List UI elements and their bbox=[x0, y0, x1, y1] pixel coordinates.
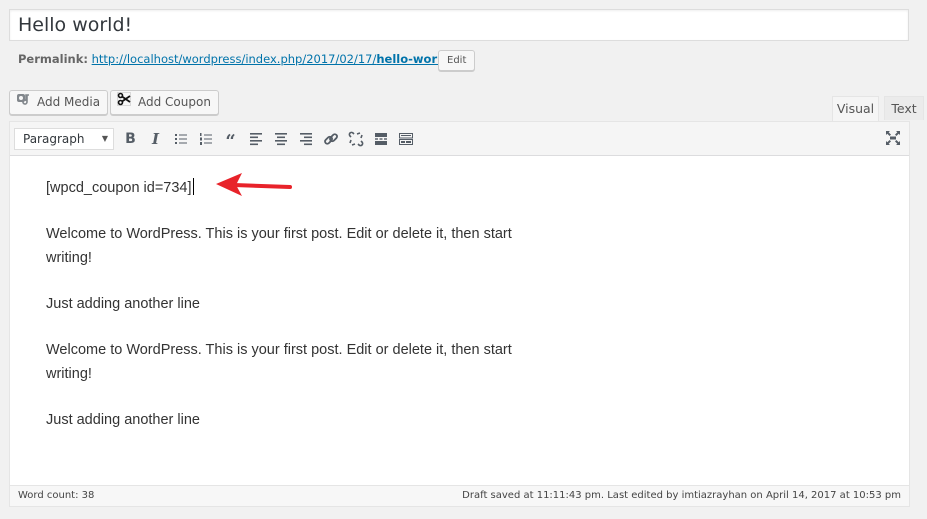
content-paragraph: [wpcd_coupon id=734] bbox=[46, 176, 546, 200]
editor-toolbar: Paragraph ▼ B I “ bbox=[10, 122, 909, 156]
align-right-button[interactable] bbox=[293, 127, 318, 151]
format-select-value: Paragraph bbox=[23, 131, 85, 146]
bulleted-list-icon bbox=[174, 133, 187, 144]
align-center-icon bbox=[274, 132, 287, 145]
permalink-label: Permalink: bbox=[18, 52, 88, 66]
blockquote-button[interactable]: “ bbox=[218, 127, 243, 151]
numbered-list-icon bbox=[199, 132, 212, 145]
insert-link-button[interactable] bbox=[318, 127, 343, 151]
permalink-link[interactable]: http://localhost/wordpress/index.php/201… bbox=[92, 52, 454, 66]
add-coupon-button[interactable]: Add Coupon bbox=[110, 90, 219, 115]
toolbar-toggle-button[interactable] bbox=[393, 127, 418, 151]
text-cursor bbox=[192, 178, 194, 195]
italic-button[interactable]: I bbox=[143, 127, 168, 151]
blockquote-icon: “ bbox=[225, 130, 236, 152]
content-paragraph: Welcome to WordPress. This is your first… bbox=[46, 226, 512, 266]
italic-icon: I bbox=[151, 129, 160, 148]
editor-statusbar: Word count: 38 Draft saved at 11:11:43 p… bbox=[9, 485, 910, 507]
caret-down-icon: ▼ bbox=[101, 133, 108, 143]
draft-status: Draft saved at 11:11:43 pm. Last edited … bbox=[462, 490, 901, 501]
bulleted-list-button[interactable] bbox=[168, 127, 193, 151]
word-count: Word count: 38 bbox=[18, 490, 95, 501]
content-paragraph: Just adding another line bbox=[46, 296, 200, 312]
shortcode-text: [wpcd_coupon id=734] bbox=[46, 180, 192, 196]
add-media-icon bbox=[16, 91, 32, 114]
fullscreen-icon bbox=[886, 131, 900, 145]
content-paragraph: Just adding another line bbox=[46, 412, 200, 428]
read-more-icon bbox=[374, 132, 387, 145]
content-paragraph: Welcome to WordPress. This is your first… bbox=[46, 342, 512, 382]
annotation-arrow-icon bbox=[216, 173, 292, 196]
keyboard-icon bbox=[398, 132, 413, 145]
link-icon bbox=[323, 132, 338, 145]
numbered-list-button[interactable] bbox=[193, 127, 218, 151]
bold-button[interactable]: B bbox=[118, 127, 143, 151]
add-media-label: Add Media bbox=[37, 95, 101, 109]
editor: Paragraph ▼ B I “ [wpcd_coupon id=734] W… bbox=[9, 121, 910, 507]
align-left-button[interactable] bbox=[243, 127, 268, 151]
scissors-icon bbox=[117, 91, 133, 114]
fullscreen-button[interactable] bbox=[885, 130, 901, 150]
align-center-button[interactable] bbox=[268, 127, 293, 151]
unlink-icon bbox=[348, 131, 363, 146]
add-media-button[interactable]: Add Media bbox=[9, 90, 109, 115]
align-left-icon bbox=[249, 132, 262, 145]
add-coupon-label: Add Coupon bbox=[138, 95, 211, 109]
post-title-input[interactable]: Hello world! bbox=[9, 9, 909, 41]
permalink-base: http://localhost/wordpress/index.php/201… bbox=[91, 52, 377, 66]
align-right-icon bbox=[299, 132, 312, 145]
permalink-row: Permalink: http://localhost/wordpress/in… bbox=[18, 52, 454, 66]
editor-content[interactable]: [wpcd_coupon id=734] Welcome to WordPres… bbox=[10, 156, 582, 474]
read-more-button[interactable] bbox=[368, 127, 393, 151]
tab-visual[interactable]: Visual bbox=[832, 96, 879, 122]
format-select[interactable]: Paragraph ▼ bbox=[14, 127, 114, 150]
tab-text[interactable]: Text bbox=[884, 96, 924, 120]
bold-icon: B bbox=[125, 130, 136, 147]
edit-permalink-button[interactable]: Edit bbox=[438, 50, 476, 71]
remove-link-button[interactable] bbox=[343, 127, 368, 151]
